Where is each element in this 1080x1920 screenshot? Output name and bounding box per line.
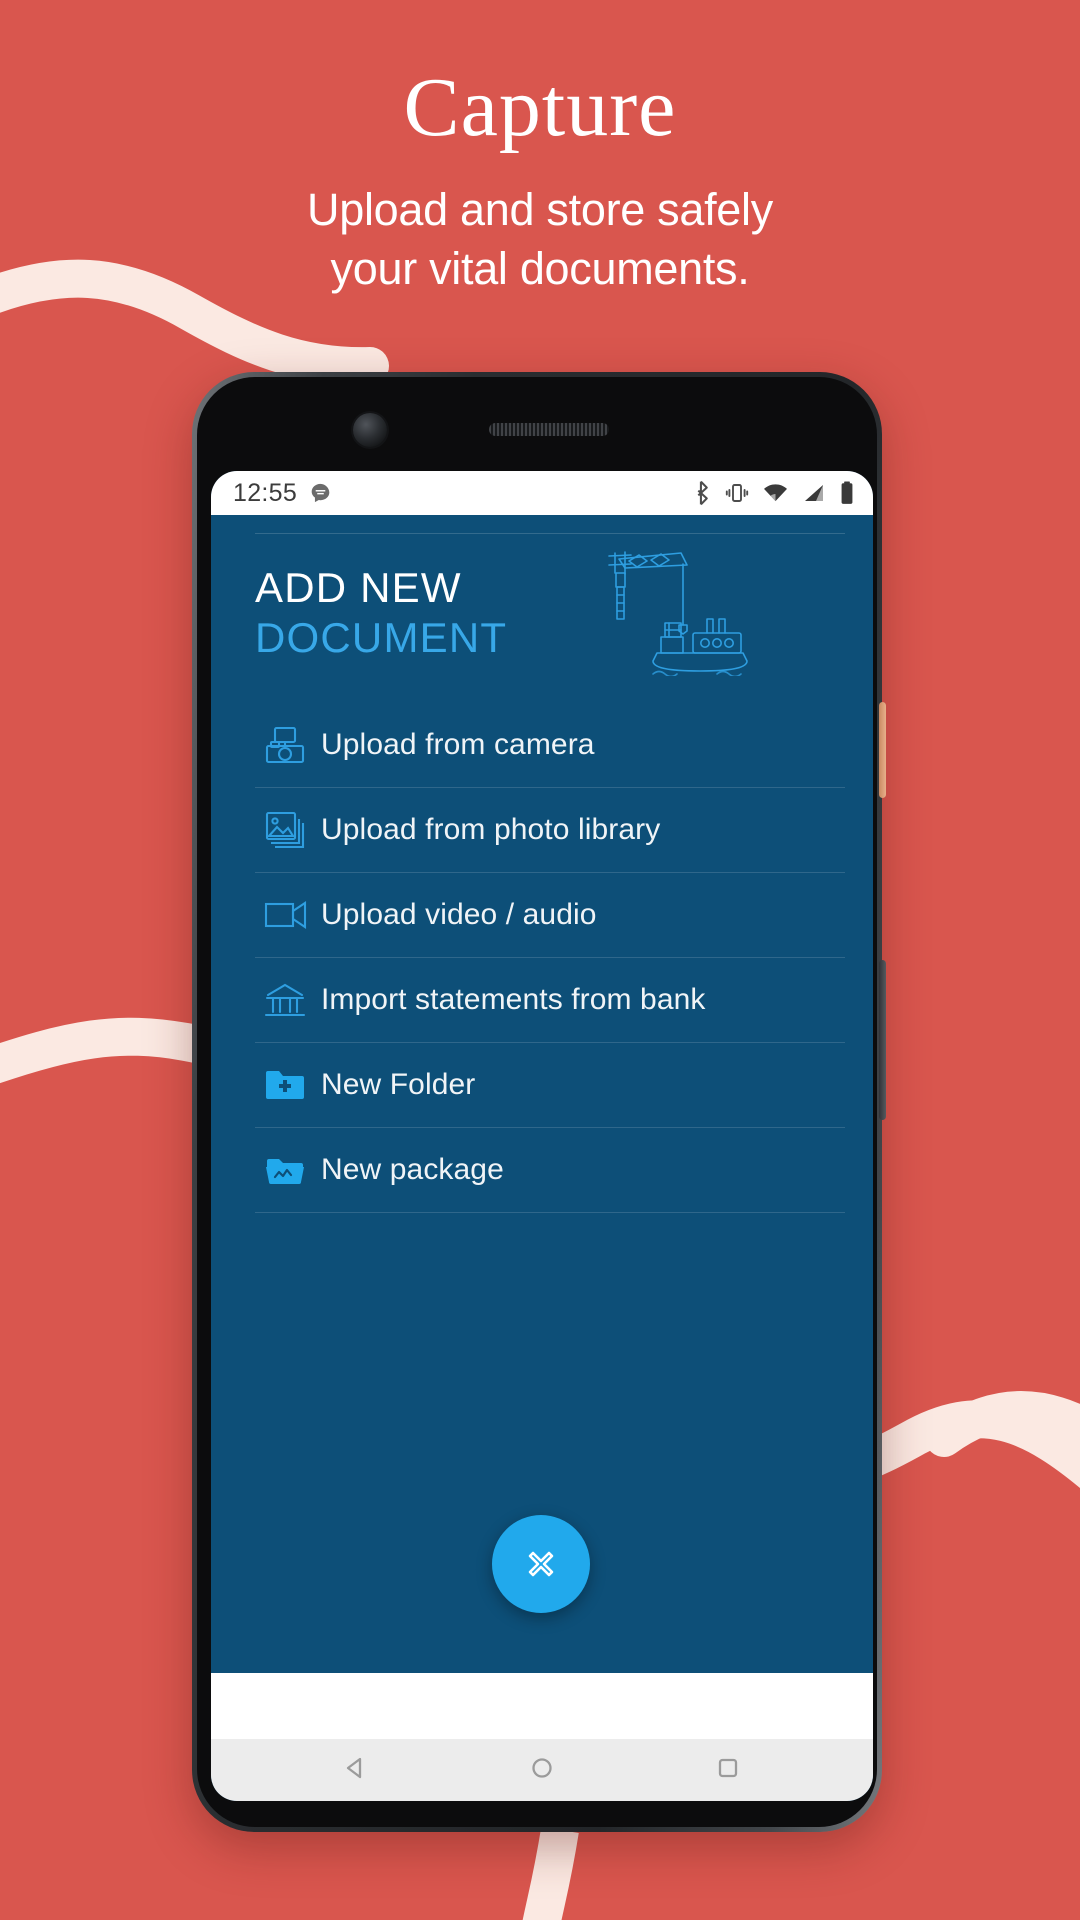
close-x-icon [528,1551,554,1577]
menu-item-new-folder[interactable]: New Folder [255,1043,845,1128]
wifi-icon [764,484,787,502]
status-bar: 12:55 [211,471,873,515]
phone-mockup: 12:55 ADD NEW DOCUMENT Upload from camer… [192,372,886,1832]
status-bar-clock: 12:55 [233,478,298,507]
add-document-menu: Upload from camera Upload from photo lib… [255,703,845,1213]
back-button[interactable] [341,1753,371,1788]
promo-screenshot: Capture Upload and store safely your vit… [0,0,1080,1920]
triangle-left-icon [346,1757,362,1778]
close-sheet-button[interactable] [492,1515,590,1613]
package-folder-icon [255,1152,321,1188]
photo-library-icon [255,810,321,850]
recents-button[interactable] [713,1753,743,1788]
bluetooth-icon [697,480,708,506]
header-divider [255,533,845,534]
add-new-document-sheet: ADD NEW DOCUMENT Upload from camera Uplo… [211,515,873,1801]
page-subtitle-line-2: your vital documents. [330,243,750,295]
battery-icon [841,481,853,504]
page-title: Capture [403,61,677,154]
page-subtitle-line-1: Upload and store safely [307,184,773,235]
power-button[interactable] [879,702,886,798]
menu-item-import-statements-from-bank[interactable]: Import statements from bank [255,958,845,1043]
menu-item-upload-video-audio[interactable]: Upload video / audio [255,873,845,958]
camera-icon [255,725,321,765]
cellular-signal-icon [805,485,823,501]
home-button[interactable] [527,1753,557,1788]
phone-bezel: 12:55 ADD NEW DOCUMENT Upload from camer… [197,377,877,1827]
vibrate-icon [725,484,749,502]
phone-screen: 12:55 ADD NEW DOCUMENT Upload from camer… [211,471,873,1801]
status-bar-system-icons [692,480,855,506]
menu-item-label: Upload from photo library [321,813,661,846]
earpiece-speaker-icon [489,423,609,436]
android-navigation-bar [211,1739,873,1801]
page-subtitle: Upload and store safely your vital docum… [0,180,1080,299]
sheet-title-line-2: DOCUMENT [255,613,508,661]
message-icon [311,483,330,502]
crane-and-cargo-ship-icon [608,551,748,676]
bottom-gap [211,1673,873,1739]
sheet-title-line-1: ADD NEW [255,564,462,611]
bank-icon [255,981,321,1019]
menu-item-label: Upload video / audio [321,898,597,931]
status-bar-notifications [309,482,332,505]
menu-item-label: New package [321,1153,504,1186]
video-camera-icon [255,898,321,932]
menu-item-upload-from-photo-library[interactable]: Upload from photo library [255,788,845,873]
square-icon [718,1758,738,1777]
menu-item-new-package[interactable]: New package [255,1128,845,1213]
phone-top-bezel [211,397,863,471]
menu-item-label: New Folder [321,1068,476,1101]
menu-item-label: Upload from camera [321,728,595,761]
menu-item-upload-from-camera[interactable]: Upload from camera [255,703,845,788]
folder-plus-icon [255,1067,321,1103]
circle-icon [532,1757,552,1778]
front-camera-icon [353,413,387,447]
volume-button[interactable] [879,960,886,1120]
menu-item-label: Import statements from bank [321,983,706,1016]
sheet-title: ADD NEW DOCUMENT [255,563,507,662]
